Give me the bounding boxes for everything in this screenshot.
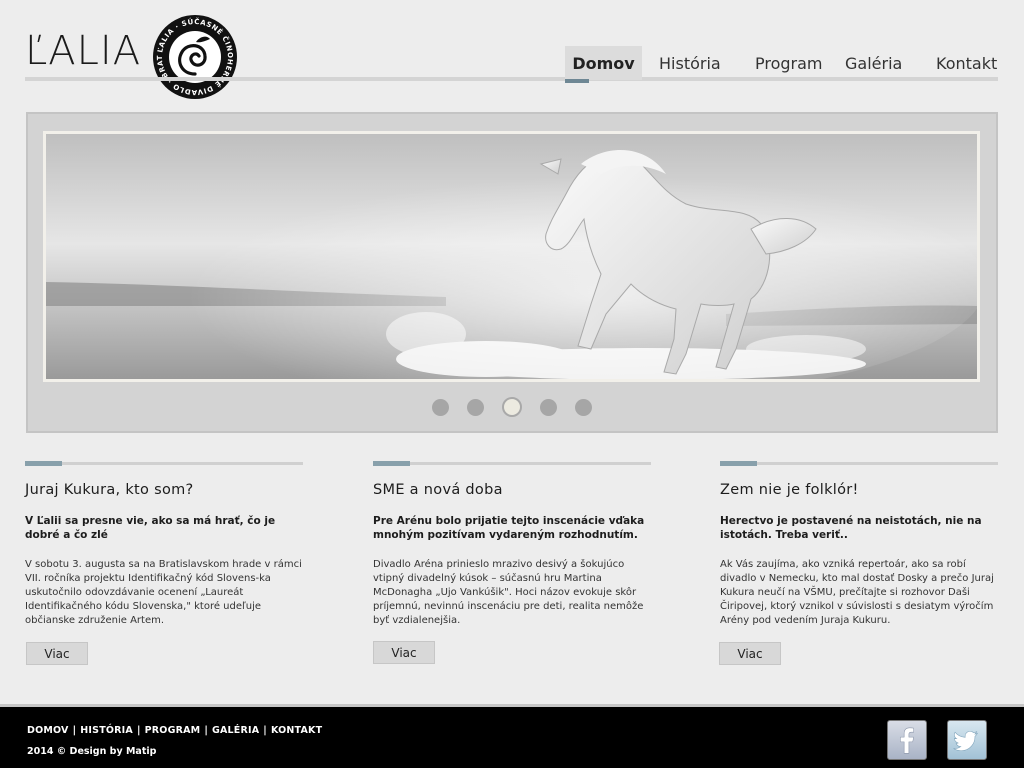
article-title[interactable]: Juraj Kukura, kto som? [25,482,303,498]
column-divider [720,461,998,466]
footer-separator: | [72,725,77,736]
theatre-seal-logo[interactable]: ĽALIA · SÚČASNÉ ČINOHERNÉ DIVADLO · BRAT… [149,8,238,100]
article-lead: Herectvo je postavené na neistotách, nie… [720,515,982,541]
site-logo-text[interactable]: ĽALIA [25,28,141,74]
facebook-icon [900,727,914,754]
article-body: Divadlo Aréna prinieslo mrazivo desivý a… [373,559,644,626]
nav-kontakt[interactable]: Kontakt [936,46,998,80]
column-divider [373,461,651,466]
twitter-button[interactable] [947,720,987,760]
article-column-2: SME a nová doba Pre Arénu bolo prijatie … [373,461,651,628]
viac-button-3[interactable]: Viac [719,642,781,665]
main-nav: Domov História Program Galéria Kontakt [565,46,998,83]
footer-separator: | [263,725,267,736]
footer-link-historia[interactable]: HISTÓRIA [80,725,133,736]
nav-domov[interactable]: Domov [565,46,642,83]
footer-separator: | [136,725,141,736]
article-body: V sobotu 3. augusta sa na Bratislavskom … [25,559,302,626]
slider-dot-3[interactable] [502,397,522,417]
footer-link-program[interactable]: PROGRAM [145,725,201,736]
slider-dot-2[interactable] [467,399,484,416]
viac-button-1[interactable]: Viac [26,642,88,665]
copyright-text: 2014 © Design by Matip [27,746,157,757]
footer-link-domov[interactable]: DOMOV [27,725,69,736]
footer-nav: DOMOV | HISTÓRIA | PROGRAM | GALÉRIA | KONTAKT [27,725,322,736]
twitter-icon [953,730,979,752]
footer-link-galeria[interactable]: GALÉRIA [212,725,259,736]
white-horse-running-image[interactable] [43,131,980,382]
viac-button-2[interactable]: Viac [373,641,435,664]
slider-dot-5[interactable] [575,399,592,416]
slider-dots [28,397,996,417]
article-title[interactable]: SME a nová doba [373,482,651,498]
article-title[interactable]: Zem nie je folklór! [720,482,998,498]
image-slider [26,112,998,433]
article-lead: Pre Arénu bolo prijatie tejto inscenácie… [373,515,645,541]
slider-dot-1[interactable] [432,399,449,416]
nav-galeria[interactable]: Galéria [845,46,925,80]
facebook-button[interactable] [887,720,927,760]
article-body: Ak Vás zaujíma, ako vzniká repertoár, ak… [720,559,994,626]
article-column-3: Zem nie je folklór! Herectvo je postaven… [720,461,998,628]
site-footer: DOMOV | HISTÓRIA | PROGRAM | GALÉRIA | KONTAKT 2… [0,704,1024,768]
column-divider [25,461,303,466]
article-column-1: Juraj Kukura, kto som? V Ľalii sa presne… [25,461,303,628]
article-lead: V Ľalii sa presne vie, ako sa má hrať, č… [25,515,276,541]
footer-separator: | [204,725,208,736]
nav-historia[interactable]: História [659,46,739,80]
footer-link-kontakt[interactable]: KONTAKT [271,725,322,736]
slider-dot-4[interactable] [540,399,557,416]
nav-program[interactable]: Program [755,46,835,80]
